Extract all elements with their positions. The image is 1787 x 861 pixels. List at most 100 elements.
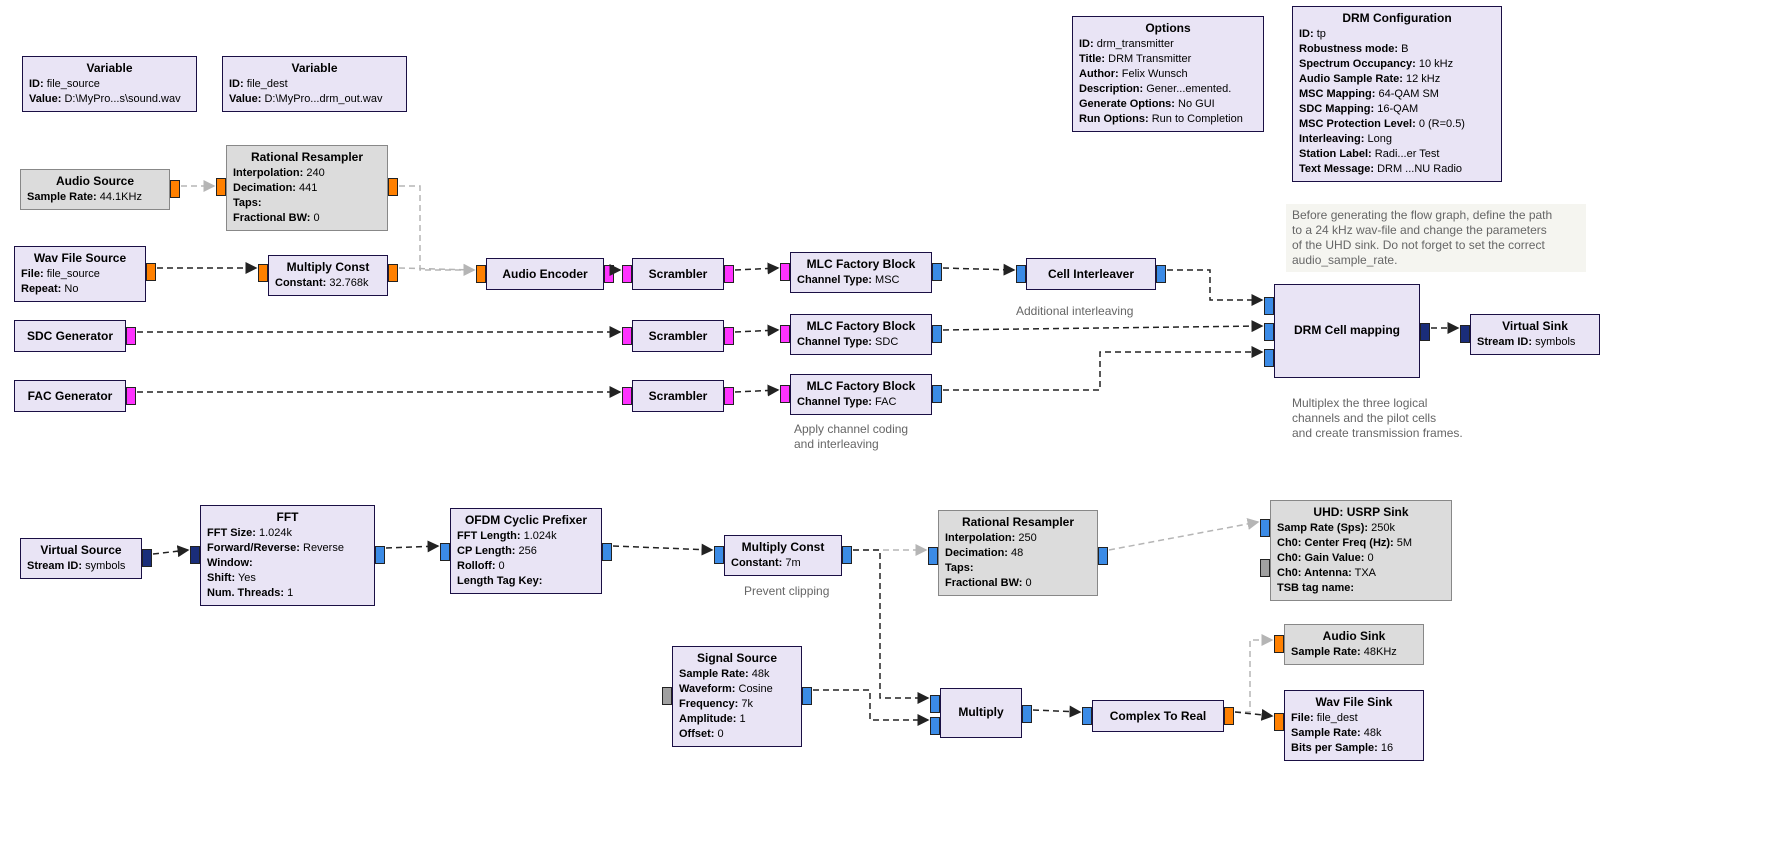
drm-config-block[interactable]: DRM Configuration ID: tp Robustness mode… xyxy=(1292,6,1502,182)
options-block[interactable]: Options ID: drm_transmitter Title: DRM T… xyxy=(1072,16,1264,132)
virtual-sink-block[interactable]: Virtual Sink Stream ID: symbols xyxy=(1470,314,1600,355)
variable-file-dest[interactable]: Variable ID: file_dest Value: D:\MyPro..… xyxy=(222,56,407,112)
virtual-source-block[interactable]: Virtual Source Stream ID: symbols xyxy=(20,538,142,579)
out-port[interactable] xyxy=(1224,707,1234,725)
block-title: DRM Configuration xyxy=(1299,11,1495,25)
block-title: Signal Source xyxy=(679,651,795,665)
in-port[interactable] xyxy=(780,385,790,403)
in-port[interactable] xyxy=(216,178,226,196)
scrambler-fac[interactable]: Scrambler xyxy=(632,380,724,412)
block-title: MLC Factory Block xyxy=(797,257,925,271)
scrambler-sdc[interactable]: Scrambler xyxy=(632,320,724,352)
block-title: FFT xyxy=(207,510,368,524)
out-port[interactable] xyxy=(1156,265,1166,283)
block-title: MLC Factory Block xyxy=(797,319,925,333)
in-port-2[interactable] xyxy=(1264,349,1274,367)
in-port[interactable] xyxy=(1460,325,1470,343)
block-title: MLC Factory Block xyxy=(797,379,925,393)
scrambler-msc[interactable]: Scrambler xyxy=(632,258,724,290)
rational-resampler-1[interactable]: Rational Resampler Interpolation: 240 De… xyxy=(226,145,388,231)
wav-file-source-block[interactable]: Wav File Source File: file_source Repeat… xyxy=(14,246,146,302)
block-title: SDC Generator xyxy=(21,329,119,343)
out-port[interactable] xyxy=(388,178,398,196)
rational-resampler-2[interactable]: Rational Resampler Interpolation: 250 De… xyxy=(938,510,1098,596)
in-port-0[interactable] xyxy=(930,695,940,713)
fft-block[interactable]: FFT FFT Size: 1.024k Forward/Reverse: Re… xyxy=(200,505,375,606)
audio-sink-block[interactable]: Audio Sink Sample Rate: 48KHz xyxy=(1284,624,1424,665)
signal-source-block[interactable]: Signal Source Sample Rate: 48k Waveform:… xyxy=(672,646,802,747)
uhd-usrp-sink-block[interactable]: UHD: USRP Sink Samp Rate (Sps): 250k Ch0… xyxy=(1270,500,1452,601)
out-port[interactable] xyxy=(604,265,614,283)
fac-generator-block[interactable]: FAC Generator xyxy=(14,380,126,412)
out-port[interactable] xyxy=(724,327,734,345)
block-title: Wav File Source xyxy=(21,251,139,265)
out-port[interactable] xyxy=(126,387,136,405)
in-port[interactable] xyxy=(622,265,632,283)
out-port[interactable] xyxy=(388,264,398,282)
complex-to-real-block[interactable]: Complex To Real xyxy=(1092,700,1224,732)
cell-interleaver-block[interactable]: Cell Interleaver xyxy=(1026,258,1156,290)
out-port[interactable] xyxy=(724,387,734,405)
block-title: Multiply Const xyxy=(731,540,835,554)
in-port[interactable] xyxy=(476,265,486,283)
in-port[interactable] xyxy=(190,546,200,564)
in-port[interactable] xyxy=(1274,635,1284,653)
out-port[interactable] xyxy=(146,263,156,281)
out-port[interactable] xyxy=(375,546,385,564)
block-title: Scrambler xyxy=(639,389,717,403)
in-port-1[interactable] xyxy=(1264,323,1274,341)
in-port-1[interactable] xyxy=(930,717,940,735)
in-port[interactable] xyxy=(622,327,632,345)
mlc-factory-msc[interactable]: MLC Factory Block Channel Type: MSC xyxy=(790,252,932,293)
in-port[interactable] xyxy=(622,387,632,405)
out-port[interactable] xyxy=(1420,323,1430,341)
block-title: OFDM Cyclic Prefixer xyxy=(457,513,595,527)
block-title: Wav File Sink xyxy=(1291,695,1417,709)
note-cellint: Additional interleaving xyxy=(1010,300,1139,323)
audio-source-block[interactable]: Audio Source Sample Rate: 44.1KHz xyxy=(20,169,170,210)
block-title: Complex To Real xyxy=(1099,709,1217,723)
multiply-block[interactable]: Multiply xyxy=(940,688,1022,738)
ofdm-cyclic-prefixer-block[interactable]: OFDM Cyclic Prefixer FFT Length: 1.024k … xyxy=(450,508,602,594)
block-title: Audio Source xyxy=(27,174,163,188)
in-port[interactable] xyxy=(780,325,790,343)
sdc-generator-block[interactable]: SDC Generator xyxy=(14,320,126,352)
in-port[interactable] xyxy=(928,547,938,565)
block-title: Virtual Source xyxy=(27,543,135,557)
block-title: UHD: USRP Sink xyxy=(1277,505,1445,519)
in-port[interactable] xyxy=(1274,713,1284,731)
out-port[interactable] xyxy=(170,180,180,198)
out-port[interactable] xyxy=(126,327,136,345)
out-port[interactable] xyxy=(142,549,152,567)
audio-encoder-block[interactable]: Audio Encoder xyxy=(486,258,604,290)
in-port[interactable] xyxy=(258,264,268,282)
in-port[interactable] xyxy=(440,543,450,561)
mlc-factory-fac[interactable]: MLC Factory Block Channel Type: FAC xyxy=(790,374,932,415)
out-port[interactable] xyxy=(932,325,942,343)
out-port[interactable] xyxy=(724,265,734,283)
out-port[interactable] xyxy=(932,263,942,281)
out-port[interactable] xyxy=(602,543,612,561)
in-port[interactable] xyxy=(780,263,790,281)
block-title: Variable xyxy=(229,61,400,75)
variable-file-source[interactable]: Variable ID: file_source Value: D:\MyPro… xyxy=(22,56,197,112)
in-port[interactable] xyxy=(714,546,724,564)
in-port[interactable] xyxy=(1082,707,1092,725)
multiply-const-1[interactable]: Multiply Const Constant: 32.768k xyxy=(268,255,388,296)
out-port[interactable] xyxy=(842,546,852,564)
wav-file-sink-block[interactable]: Wav File Sink File: file_dest Sample Rat… xyxy=(1284,690,1424,761)
out-port[interactable] xyxy=(932,385,942,403)
block-title: Audio Encoder xyxy=(493,267,597,281)
cmd-port[interactable] xyxy=(1260,559,1270,577)
block-title: Multiply Const xyxy=(275,260,381,274)
out-port[interactable] xyxy=(802,687,812,705)
cmd-port[interactable] xyxy=(662,687,672,705)
in-port[interactable] xyxy=(1260,519,1270,537)
out-port[interactable] xyxy=(1098,547,1108,565)
out-port[interactable] xyxy=(1022,705,1032,723)
multiply-const-2[interactable]: Multiply Const Constant: 7m xyxy=(724,535,842,576)
mlc-factory-sdc[interactable]: MLC Factory Block Channel Type: SDC xyxy=(790,314,932,355)
drm-cell-mapping-block[interactable]: DRM Cell mapping xyxy=(1274,284,1420,378)
in-port-0[interactable] xyxy=(1264,297,1274,315)
in-port[interactable] xyxy=(1016,265,1026,283)
